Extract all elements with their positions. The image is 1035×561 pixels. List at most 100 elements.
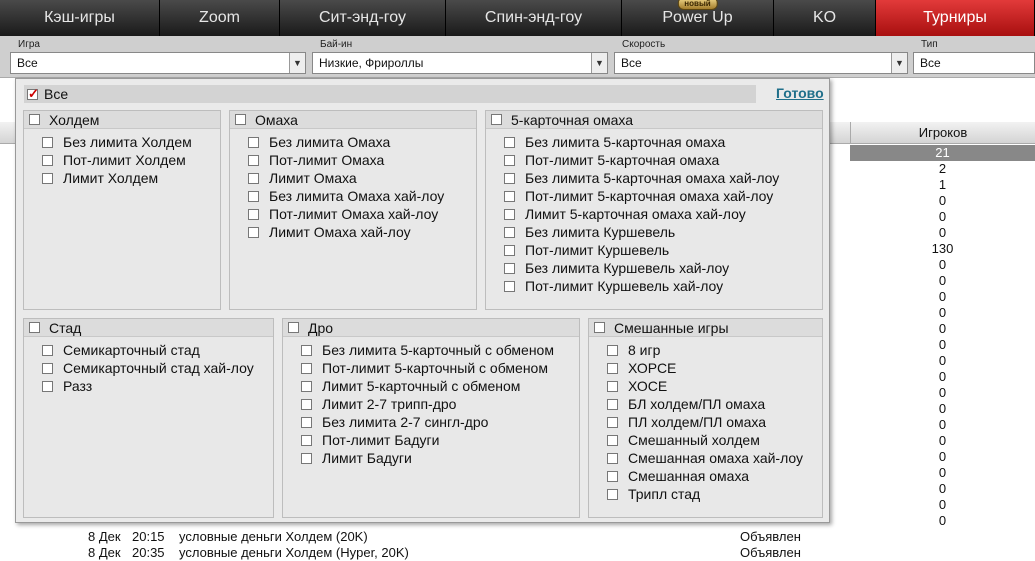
- players-cell[interactable]: 0: [850, 337, 1035, 353]
- game-option[interactable]: Лимит Омаха: [248, 169, 476, 187]
- players-cell[interactable]: 130: [850, 241, 1035, 257]
- game-option-checkbox[interactable]: [504, 154, 515, 166]
- game-option-checkbox[interactable]: [301, 416, 312, 428]
- game-option[interactable]: Лимит Бадуги: [301, 449, 579, 467]
- game-option-checkbox[interactable]: [504, 208, 515, 220]
- game-option[interactable]: Пот-лимит 5-карточная омаха: [504, 151, 822, 169]
- players-cell[interactable]: 0: [850, 433, 1035, 449]
- game-option[interactable]: Лимит Омаха хай-лоу: [248, 223, 476, 241]
- game-option-checkbox[interactable]: [607, 362, 618, 374]
- players-cell[interactable]: 21: [850, 145, 1035, 161]
- players-cell[interactable]: 0: [850, 449, 1035, 465]
- players-cell[interactable]: 0: [850, 209, 1035, 225]
- game-option[interactable]: Пот-лимит Бадуги: [301, 431, 579, 449]
- game-option-checkbox[interactable]: [42, 362, 53, 374]
- game-option-checkbox[interactable]: [607, 416, 618, 428]
- players-column-header[interactable]: Игроков: [850, 122, 1035, 144]
- game-option[interactable]: Пот-лимит 5-карточная омаха хай-лоу: [504, 187, 822, 205]
- tab-spin-and-go[interactable]: Спин-энд-гоу: [446, 0, 622, 36]
- tab-zoom[interactable]: Zoom: [160, 0, 280, 36]
- game-option-checkbox[interactable]: [504, 226, 515, 238]
- game-option[interactable]: Без лимита Омаха: [248, 133, 476, 151]
- players-cell[interactable]: 2: [850, 161, 1035, 177]
- game-option-checkbox[interactable]: [607, 398, 618, 410]
- game-option[interactable]: Без лимита 5-карточная омаха хай-лоу: [504, 169, 822, 187]
- all-games-checkbox[interactable]: [27, 86, 39, 102]
- players-cell[interactable]: 0: [850, 385, 1035, 401]
- game-option-checkbox[interactable]: [504, 136, 515, 148]
- group-header[interactable]: Стад: [24, 319, 273, 337]
- players-cell[interactable]: 0: [850, 193, 1035, 209]
- game-option[interactable]: Пот-лимит 5-карточный с обменом: [301, 359, 579, 377]
- type-select[interactable]: Все: [913, 52, 1035, 74]
- tab-sit-and-go[interactable]: Сит-энд-гоу: [280, 0, 446, 36]
- game-option[interactable]: ПЛ холдем/ПЛ омаха: [607, 413, 822, 431]
- game-option[interactable]: Пот-лимит Куршевель: [504, 241, 822, 259]
- game-option-checkbox[interactable]: [504, 172, 515, 184]
- game-option-checkbox[interactable]: [248, 154, 259, 166]
- game-option-checkbox[interactable]: [248, 208, 259, 220]
- game-option[interactable]: Лимит 5-карточный с обменом: [301, 377, 579, 395]
- tab-power-up[interactable]: новый Power Up: [622, 0, 774, 36]
- buyin-select[interactable]: Низкие, Фрироллы ▼: [312, 52, 608, 74]
- tab-tournaments[interactable]: Турниры: [876, 0, 1035, 36]
- game-option-checkbox[interactable]: [42, 172, 53, 184]
- done-link[interactable]: Готово: [776, 85, 824, 101]
- group-checkbox[interactable]: [491, 114, 502, 125]
- game-option-checkbox[interactable]: [504, 280, 515, 292]
- game-option-checkbox[interactable]: [504, 262, 515, 274]
- game-option[interactable]: Пот-лимит Омаха хай-лоу: [248, 205, 476, 223]
- game-option[interactable]: Пот-лимит Омаха: [248, 151, 476, 169]
- game-option[interactable]: Трипл стад: [607, 485, 822, 503]
- game-option[interactable]: ХОСЕ: [607, 377, 822, 395]
- players-cell[interactable]: 0: [850, 369, 1035, 385]
- game-option[interactable]: Смешанная омаха хай-лоу: [607, 449, 822, 467]
- game-option[interactable]: ХОРСЕ: [607, 359, 822, 377]
- game-option-checkbox[interactable]: [301, 434, 312, 446]
- players-cell[interactable]: 1: [850, 177, 1035, 193]
- game-option[interactable]: 8 игр: [607, 341, 822, 359]
- group-checkbox[interactable]: [29, 322, 40, 333]
- game-option-checkbox[interactable]: [248, 172, 259, 184]
- players-cell[interactable]: 0: [850, 481, 1035, 497]
- game-option-checkbox[interactable]: [42, 344, 53, 356]
- tab-ko[interactable]: KO: [774, 0, 876, 36]
- players-cell[interactable]: 0: [850, 225, 1035, 241]
- game-option-checkbox[interactable]: [504, 190, 515, 202]
- game-option[interactable]: Пот-лимит Холдем: [42, 151, 220, 169]
- game-option[interactable]: Без лимита 5-карточная омаха: [504, 133, 822, 151]
- game-option-checkbox[interactable]: [607, 344, 618, 356]
- game-option[interactable]: Семикарточный стад: [42, 341, 273, 359]
- game-option-checkbox[interactable]: [248, 190, 259, 202]
- chevron-down-icon[interactable]: ▼: [289, 53, 305, 73]
- group-header[interactable]: Смешанные игры: [589, 319, 822, 337]
- players-cell[interactable]: 0: [850, 257, 1035, 273]
- group-header[interactable]: Дро: [283, 319, 579, 337]
- players-cell[interactable]: 0: [850, 465, 1035, 481]
- game-option[interactable]: БЛ холдем/ПЛ омаха: [607, 395, 822, 413]
- game-option-checkbox[interactable]: [42, 136, 53, 148]
- game-option[interactable]: Семикарточный стад хай-лоу: [42, 359, 273, 377]
- game-option-checkbox[interactable]: [607, 488, 618, 500]
- game-option-checkbox[interactable]: [301, 452, 312, 464]
- players-cell[interactable]: 0: [850, 289, 1035, 305]
- game-option[interactable]: Лимит 5-карточная омаха хай-лоу: [504, 205, 822, 223]
- group-header[interactable]: 5-карточная омаха: [486, 111, 822, 129]
- game-option-checkbox[interactable]: [504, 244, 515, 256]
- game-option[interactable]: Пот-лимит Куршевель хай-лоу: [504, 277, 822, 295]
- table-row[interactable]: 8 Дек 20:35 условные деньги Холдем (Hype…: [0, 545, 1035, 561]
- speed-select[interactable]: Все ▼: [614, 52, 908, 74]
- game-option[interactable]: Смешанная омаха: [607, 467, 822, 485]
- game-option[interactable]: Без лимита 2-7 сингл-дро: [301, 413, 579, 431]
- all-games-row[interactable]: Все: [24, 85, 756, 103]
- game-option-checkbox[interactable]: [301, 398, 312, 410]
- chevron-down-icon[interactable]: ▼: [891, 53, 907, 73]
- players-cell[interactable]: 0: [850, 401, 1035, 417]
- game-option[interactable]: Разз: [42, 377, 273, 395]
- game-option-checkbox[interactable]: [248, 136, 259, 148]
- players-cell[interactable]: 0: [850, 417, 1035, 433]
- game-option-checkbox[interactable]: [301, 362, 312, 374]
- players-cell[interactable]: 0: [850, 497, 1035, 513]
- players-cell[interactable]: 0: [850, 513, 1035, 529]
- group-header[interactable]: Холдем: [24, 111, 220, 129]
